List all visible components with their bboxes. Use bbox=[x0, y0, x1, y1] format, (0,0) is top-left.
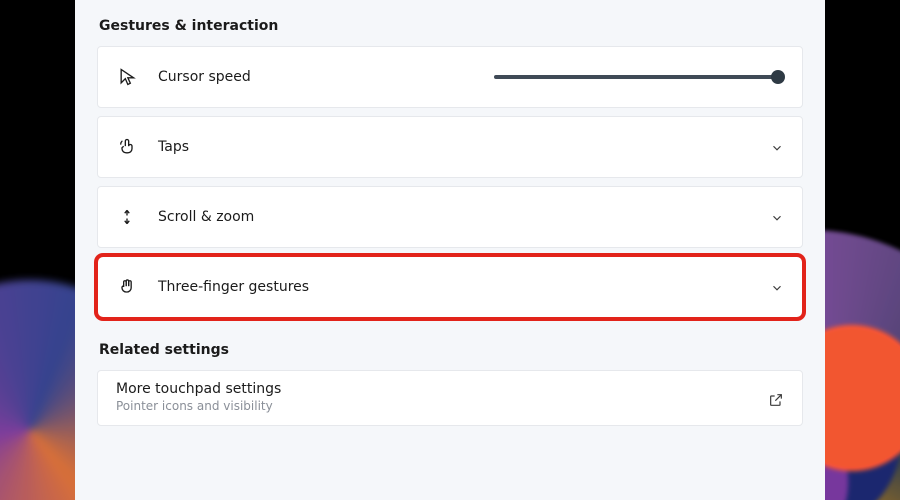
tap-icon bbox=[116, 136, 138, 158]
row-label: Scroll & zoom bbox=[158, 209, 254, 225]
settings-panel: Gestures & interaction Cursor speed bbox=[75, 0, 825, 500]
chevron-down-icon bbox=[770, 140, 784, 154]
cursor-speed-slider[interactable] bbox=[494, 67, 784, 87]
chevron-down-icon bbox=[770, 280, 784, 294]
section-heading-related: Related settings bbox=[99, 342, 803, 358]
cursor-icon bbox=[116, 66, 138, 88]
row-scroll-zoom[interactable]: Scroll & zoom bbox=[97, 186, 803, 248]
scroll-zoom-icon bbox=[116, 206, 138, 228]
row-cursor-speed[interactable]: Cursor speed bbox=[97, 46, 803, 108]
row-taps[interactable]: Taps bbox=[97, 116, 803, 178]
row-label: Three-finger gestures bbox=[158, 279, 309, 295]
desktop: Gestures & interaction Cursor speed bbox=[0, 0, 900, 500]
open-external-icon bbox=[768, 392, 784, 408]
row-more-touchpad-settings[interactable]: More touchpad settings Pointer icons and… bbox=[97, 370, 803, 426]
section-heading-gestures: Gestures & interaction bbox=[99, 18, 803, 34]
row-label: Cursor speed bbox=[158, 69, 251, 85]
row-three-finger-gestures[interactable]: Three-finger gestures bbox=[97, 256, 803, 318]
row-label: Taps bbox=[158, 139, 189, 155]
row-subtitle: Pointer icons and visibility bbox=[116, 399, 281, 413]
hand-icon bbox=[116, 276, 138, 298]
row-title: More touchpad settings bbox=[116, 381, 281, 397]
chevron-down-icon bbox=[770, 210, 784, 224]
